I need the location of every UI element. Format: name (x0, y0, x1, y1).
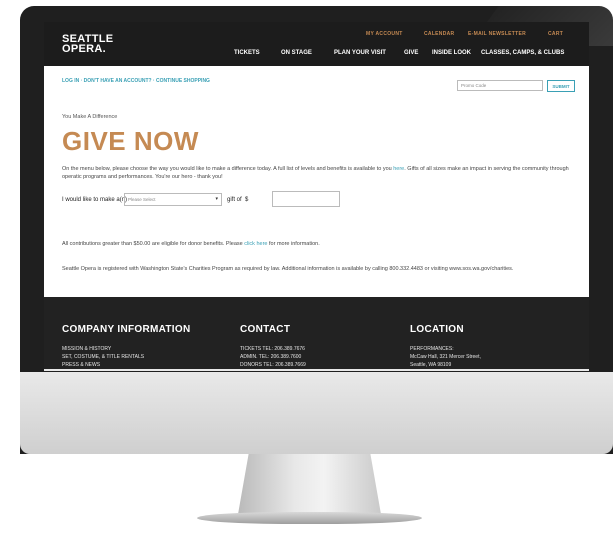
admin-phone: ADMIN. TEL: 206.389.7600 (240, 354, 302, 360)
rentals-link[interactable]: SET, COSTUME, & TITLE RENTALS (62, 353, 144, 361)
location-heading: LOCATION (410, 324, 464, 335)
site-footer: COMPANY INFORMATION MISSION & HISTORY SE… (44, 297, 589, 371)
gift-type-label: I would like to make a(n) (62, 197, 128, 203)
monitor-base (197, 512, 422, 524)
account-links[interactable]: LOG IN · DON'T HAVE AN ACCOUNT? · CONTIN… (62, 78, 210, 84)
select-value: Please Select (128, 197, 156, 202)
nav-tickets[interactable]: TICKETS (234, 50, 260, 56)
company-info-heading: COMPANY INFORMATION (62, 324, 191, 335)
calendar-link[interactable]: CALENDAR (424, 31, 454, 37)
gift-of-text: gift of (227, 197, 242, 203)
venue-address: McCaw Hall, 321 Mercer Street, (410, 354, 481, 360)
charity-registration-text: Seattle Opera is registered with Washing… (62, 266, 514, 272)
page-title: GIVE NOW (62, 126, 199, 156)
gift-amount-input[interactable] (272, 191, 340, 207)
chevron-down-icon: ▾ (215, 196, 218, 202)
donor-text-start: All contributions greater than $50.00 ar… (62, 241, 245, 247)
nav-plan-your-visit[interactable]: PLAN YOUR VISIT (334, 50, 386, 56)
screen-edge (44, 369, 589, 371)
contact-heading: CONTACT (240, 324, 291, 335)
press-news-link[interactable]: PRESS & NEWS (62, 361, 100, 369)
donors-phone: DONORS TEL: 206.389.7669 (240, 362, 306, 368)
nav-classes-camps-clubs[interactable]: CLASSES, CAMPS, & CLUBS (481, 50, 564, 56)
currency-symbol: $ (245, 197, 249, 203)
nav-inside-look[interactable]: INSIDE LOOK (432, 50, 471, 56)
gift-of-label: gift of $ (227, 197, 248, 203)
monitor-stand (237, 454, 382, 520)
promo-code-input[interactable]: Promo Code (457, 80, 543, 91)
mission-history-link[interactable]: MISSION & HISTORY (62, 345, 111, 353)
page-subtitle: You Make A Difference (62, 114, 118, 120)
my-account-link[interactable]: MY ACCOUNT (366, 31, 403, 37)
donor-text-end: for more information. (267, 241, 320, 247)
performances-label: PERFORMANCES: (410, 346, 454, 352)
submit-button[interactable]: SUBMIT (547, 80, 575, 92)
gift-type-select[interactable]: Please Select ▾ (124, 193, 222, 206)
levels-link[interactable]: here (393, 166, 404, 172)
donor-benefits-text: All contributions greater than $50.00 ar… (62, 240, 572, 248)
seattle-opera-logo[interactable]: SEATTLE OPERA. (62, 34, 113, 55)
nav-on-stage[interactable]: ON STAGE (281, 50, 312, 56)
venue-city: Seattle, WA 98109 (410, 362, 452, 368)
intro-text-start: On the menu below, please choose the way… (62, 166, 394, 172)
monitor-chin (20, 372, 613, 454)
click-here-link[interactable]: click here (244, 241, 267, 247)
nav-give[interactable]: GIVE (404, 50, 418, 56)
tickets-phone: TICKETS TEL: 206.389.7676 (240, 346, 305, 352)
logo-line-2: OPERA. (62, 43, 106, 55)
site-header: SEATTLE OPERA. MY ACCOUNT CALENDAR E-MAI… (44, 22, 589, 66)
browser-screen: SEATTLE OPERA. MY ACCOUNT CALENDAR E-MAI… (44, 22, 589, 371)
newsletter-link[interactable]: E-MAIL NEWSLETTER (468, 31, 526, 37)
intro-text: On the menu below, please choose the way… (62, 165, 572, 181)
cart-link[interactable]: CART (548, 31, 563, 37)
